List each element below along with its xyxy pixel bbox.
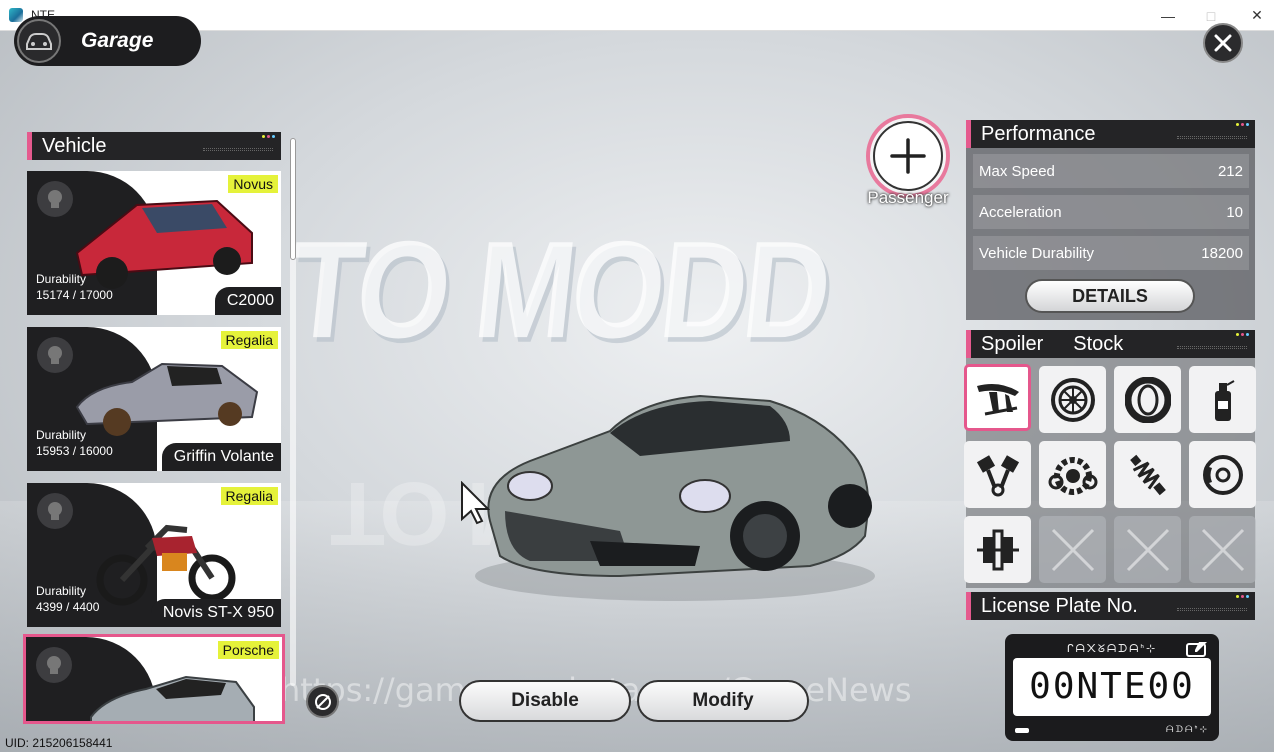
scrollbar-thumb[interactable] bbox=[290, 138, 296, 260]
owner-avatar-icon bbox=[37, 493, 73, 529]
modify-button[interactable]: Modify bbox=[637, 680, 809, 722]
vehicle-section-header: Vehicle bbox=[27, 132, 281, 160]
empty-slot-icon bbox=[1051, 528, 1094, 571]
part-tile-tire[interactable] bbox=[1114, 366, 1181, 433]
license-plate-title: License Plate No. bbox=[981, 594, 1138, 617]
vehicle-card[interactable]: Regalia Durability 4399 / 4400 Novis ST-… bbox=[27, 483, 281, 627]
close-window-button[interactable]: ✕ bbox=[1234, 0, 1274, 31]
add-passenger-button[interactable] bbox=[866, 114, 950, 198]
stat-value: 18200 bbox=[1201, 244, 1243, 262]
vehicle-thumbnail bbox=[90, 675, 255, 721]
durability-label: Durability bbox=[36, 272, 87, 286]
vehicle-card[interactable]: Regalia Durability 15953 / 16000 Griffin… bbox=[27, 327, 281, 471]
hide-ui-button[interactable] bbox=[306, 685, 339, 718]
owner-avatar-icon bbox=[36, 647, 72, 683]
durability-value: 4399 / 4400 bbox=[36, 600, 100, 614]
stat-label: Acceleration bbox=[979, 203, 1062, 221]
vehicle-card[interactable]: Novus Durability 15174 / 17000 C2000 bbox=[27, 171, 281, 315]
plate-face: 00NTE00 bbox=[1013, 658, 1211, 716]
part-tile-rim[interactable] bbox=[1039, 366, 1106, 433]
plus-icon bbox=[890, 138, 926, 174]
vehicle-name: C2000 bbox=[214, 287, 281, 315]
minimize-button[interactable]: — bbox=[1145, 0, 1191, 31]
durability-value: 15953 / 16000 bbox=[36, 444, 113, 458]
backdrop-sign: TO MODD bbox=[281, 212, 835, 368]
vehicle-section-title: Vehicle bbox=[42, 134, 107, 157]
hide-icon bbox=[314, 693, 331, 710]
vehicle-thumbnail bbox=[75, 199, 253, 289]
edit-plate-icon[interactable] bbox=[1185, 640, 1209, 658]
plate-number: 00NTE00 bbox=[1029, 666, 1195, 707]
owner-avatar-icon bbox=[37, 337, 73, 373]
acceleration-row: Acceleration 10 bbox=[973, 195, 1249, 229]
vehicle-thumbnail bbox=[75, 362, 259, 436]
close-icon bbox=[1214, 34, 1232, 52]
vehicle-brand-tag: Regalia bbox=[220, 331, 278, 349]
plate-indicator bbox=[1015, 728, 1029, 733]
license-plate-editor[interactable]: ᒋᗩ᙭ᘜᗩᗪᗩᑋ⊹ 00NTE00 ᗩᗪᗩᑋ⊹ bbox=[1005, 634, 1219, 741]
parts-header: Spoiler Stock bbox=[966, 330, 1255, 358]
app-icon bbox=[9, 8, 23, 22]
plate-script-bottom: ᗩᗪᗩᑋ⊹ bbox=[1166, 725, 1209, 735]
durability-value: 15174 / 17000 bbox=[36, 288, 113, 302]
max-speed-row: Max Speed 212 bbox=[973, 154, 1249, 188]
user-id: UID: 215206158441 bbox=[5, 736, 113, 750]
stat-label: Max Speed bbox=[979, 162, 1055, 180]
license-plate-header: License Plate No. bbox=[966, 592, 1255, 620]
empty-slot-icon bbox=[1201, 528, 1244, 571]
clutch-icon bbox=[976, 529, 1019, 570]
stat-value: 10 bbox=[1226, 203, 1243, 221]
vehicle-card-selected[interactable]: Porsche bbox=[23, 634, 285, 724]
vehicle-name: Novis ST-X 950 bbox=[150, 599, 281, 627]
garage-header: Garage bbox=[14, 16, 201, 66]
durability-label: Durability bbox=[36, 584, 87, 598]
empty-slot-icon bbox=[1126, 528, 1169, 571]
suspension-icon bbox=[1129, 454, 1166, 495]
stat-label: Vehicle Durability bbox=[979, 244, 1095, 262]
part-tile-clutch[interactable] bbox=[964, 516, 1031, 583]
passenger-label: Passenger bbox=[867, 188, 949, 207]
tire-icon bbox=[1124, 376, 1171, 423]
close-garage-button[interactable] bbox=[1203, 23, 1243, 63]
part-tile-empty bbox=[1189, 516, 1256, 583]
part-tile-transmission[interactable] bbox=[1039, 441, 1106, 508]
spoiler-icon bbox=[976, 383, 1019, 415]
stat-value: 212 bbox=[1217, 162, 1243, 180]
brake-icon bbox=[1202, 454, 1243, 495]
garage-title: Garage bbox=[81, 29, 154, 52]
selected-car-model[interactable] bbox=[470, 361, 880, 621]
part-tile-paint[interactable] bbox=[1189, 366, 1256, 433]
part-tile-suspension[interactable] bbox=[1114, 441, 1181, 508]
part-state: Stock bbox=[1073, 332, 1124, 355]
vehicle-list-scrollbar[interactable] bbox=[290, 138, 296, 686]
part-tile-engine[interactable] bbox=[964, 441, 1031, 508]
vehicle-brand-tag: Novus bbox=[228, 175, 278, 193]
mouse-cursor-icon bbox=[461, 481, 490, 525]
vehicle-brand-tag: Regalia bbox=[220, 487, 278, 505]
vehicle-name: Griffin Volante bbox=[161, 443, 281, 471]
part-tile-spoiler[interactable] bbox=[964, 364, 1031, 431]
performance-title: Performance bbox=[981, 122, 1096, 145]
piston-icon bbox=[976, 454, 1019, 496]
wheel-rim-icon bbox=[1050, 377, 1095, 422]
details-button[interactable]: DETAILS bbox=[1025, 279, 1195, 313]
performance-header: Performance bbox=[966, 120, 1255, 148]
vehicle-durability-row: Vehicle Durability 18200 bbox=[973, 236, 1249, 270]
vehicle-thumbnail bbox=[96, 524, 236, 606]
transmission-icon bbox=[1048, 456, 1097, 495]
performance-panel: Max Speed 212 Acceleration 10 Vehicle Du… bbox=[966, 148, 1255, 320]
part-category: Spoiler bbox=[981, 332, 1044, 355]
part-tile-empty bbox=[1039, 516, 1106, 583]
garage-car-icon bbox=[17, 19, 61, 63]
durability-label: Durability bbox=[36, 428, 87, 442]
disable-button[interactable]: Disable bbox=[459, 680, 631, 722]
spray-paint-icon bbox=[1214, 379, 1234, 421]
part-tile-brakes[interactable] bbox=[1189, 441, 1256, 508]
part-tile-empty bbox=[1114, 516, 1181, 583]
vehicle-brand-tag: Porsche bbox=[217, 641, 279, 659]
